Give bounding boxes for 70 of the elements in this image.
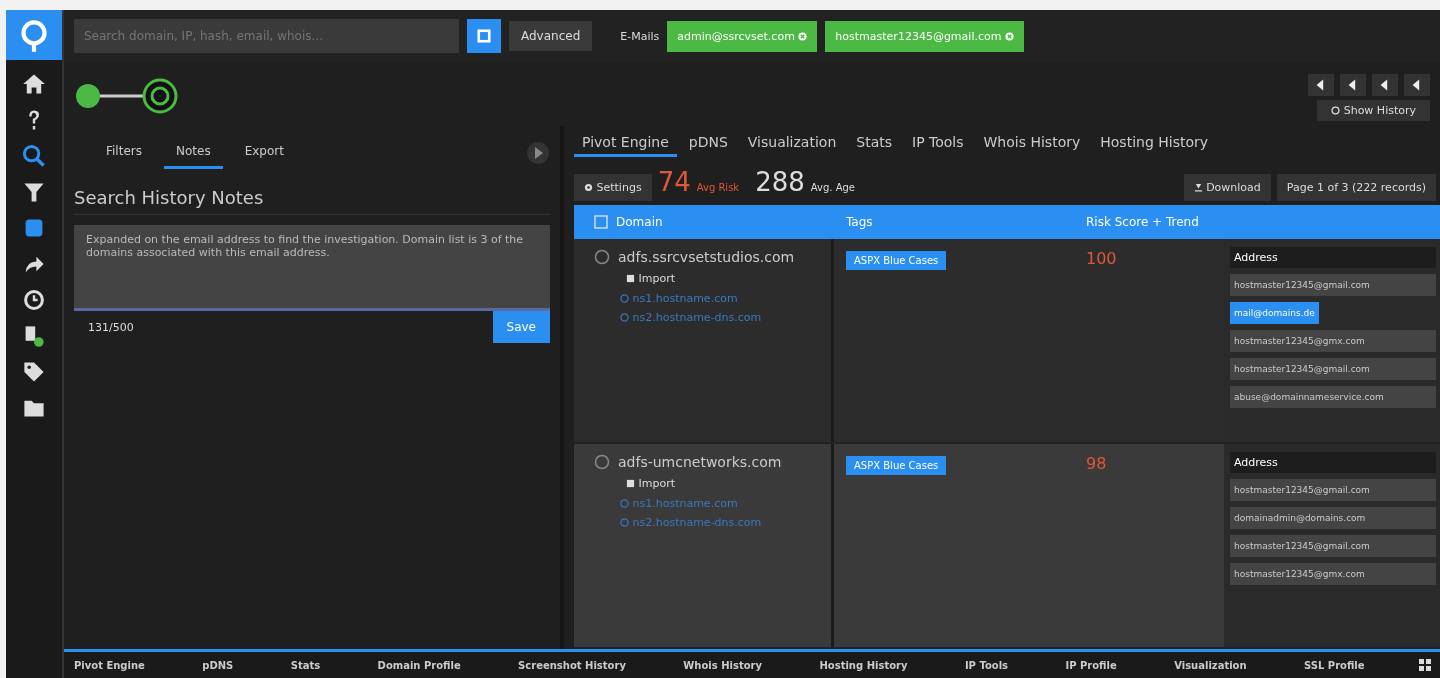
view-tab[interactable]: Pivot Engine	[574, 130, 677, 157]
logo-icon[interactable]	[6, 10, 62, 60]
bottom-tab[interactable]: Domain Profile	[373, 657, 465, 673]
bottom-tab[interactable]: Whois History	[679, 657, 767, 673]
panel-tab[interactable]: Filters	[94, 136, 154, 169]
address-item[interactable]: hostmaster12345@gmail.com	[1230, 478, 1436, 501]
pagination-button[interactable]: Page 1 of 3 (222 records)	[1276, 174, 1436, 201]
home-icon[interactable]	[22, 72, 46, 96]
search-button[interactable]	[467, 19, 501, 53]
bottom-tab[interactable]: SSL Profile	[1300, 657, 1369, 673]
address-item[interactable]: hostmaster12345@gmx.com	[1230, 329, 1436, 352]
checkbox-icon[interactable]	[594, 214, 608, 229]
domain-name[interactable]: adfs-umcnetworks.com	[618, 453, 782, 470]
address-item[interactable]: abuse@domainnameservice.com	[1230, 385, 1436, 408]
address-item[interactable]: hostmaster12345@gmail.com	[1230, 273, 1436, 296]
settings-button[interactable]: Settings	[574, 174, 652, 201]
square-icon	[626, 478, 635, 488]
risk-score: 100	[1086, 248, 1117, 268]
address-item[interactable]: hostmaster12345@gmail.com	[1230, 357, 1436, 380]
bottom-tab[interactable]: IP Tools	[960, 657, 1013, 673]
grid-icon[interactable]	[1417, 658, 1432, 672]
view-tab[interactable]: IP Tools	[904, 130, 972, 157]
download-button[interactable]: Download	[1183, 174, 1271, 201]
collapse-icon[interactable]	[526, 140, 550, 165]
tag-icon[interactable]	[22, 360, 46, 384]
history-icon[interactable]	[22, 288, 46, 312]
import-button[interactable]: Import	[620, 475, 681, 491]
import-button[interactable]: Import	[620, 270, 681, 286]
radio-icon[interactable]	[594, 248, 610, 265]
view-tab[interactable]: Whois History	[975, 130, 1089, 157]
average-age-value: 288	[755, 167, 805, 197]
address-header: Address	[1230, 451, 1436, 473]
domain-name[interactable]: adfs.ssrcvsetstudios.com	[618, 248, 795, 265]
circle-icon	[620, 312, 629, 322]
risk-score: 98	[1086, 453, 1107, 473]
radio-icon[interactable]	[594, 453, 610, 470]
bottom-tab[interactable]: Pivot Engine	[70, 657, 149, 673]
bottom-tab[interactable]: pDNS	[198, 657, 238, 673]
bottom-tab[interactable]: IP Profile	[1061, 657, 1121, 673]
average-risk-label: Avg Risk	[696, 182, 740, 193]
address-header: Address	[1230, 246, 1436, 268]
address-item[interactable]: hostmaster12345@gmail.com	[1230, 534, 1436, 557]
bottom-tab[interactable]: Visualization	[1170, 657, 1251, 673]
circle-icon	[620, 293, 629, 303]
address-item[interactable]: hostmaster12345@gmx.com	[1230, 562, 1436, 585]
view-tab[interactable]: Visualization	[739, 130, 845, 157]
view-tab[interactable]: Hosting History	[1092, 130, 1217, 157]
show-history-button[interactable]: Show History	[1317, 100, 1430, 121]
emails-label: E-Mails	[620, 29, 660, 43]
panel-tab[interactable]: Export	[232, 136, 296, 169]
search-icon[interactable]	[22, 144, 46, 168]
advanced-button[interactable]: Advanced	[509, 21, 593, 51]
character-counter: 131/500	[87, 320, 135, 336]
address-item[interactable]: domainadmin@domains.com	[1230, 506, 1436, 529]
notes-field[interactable]: Expanded on the email address to find the investigation. Domain list is 3 of the domains associated with this email address.	[74, 225, 550, 311]
view-tab[interactable]: pDNS	[680, 130, 736, 157]
bottom-tab[interactable]: Stats	[286, 657, 325, 673]
circle-icon	[620, 498, 629, 508]
panel-heading: Search History Notes	[74, 187, 550, 215]
average-age-label: Avg. Age	[810, 182, 855, 193]
square-icon	[626, 273, 635, 283]
bottom-tab[interactable]: Screenshot History	[514, 657, 630, 673]
view-tab[interactable]: Stats	[848, 130, 900, 157]
circle-icon	[620, 517, 629, 527]
download-icon	[1193, 183, 1203, 192]
search-field[interactable]: Search domain, IP, hash, email, whois...	[74, 19, 459, 53]
history-icon	[1331, 106, 1341, 115]
bottom-tab[interactable]: Hosting History	[815, 657, 912, 673]
average-risk-value: 74	[657, 167, 691, 197]
panel-tab[interactable]: Notes	[164, 136, 223, 169]
